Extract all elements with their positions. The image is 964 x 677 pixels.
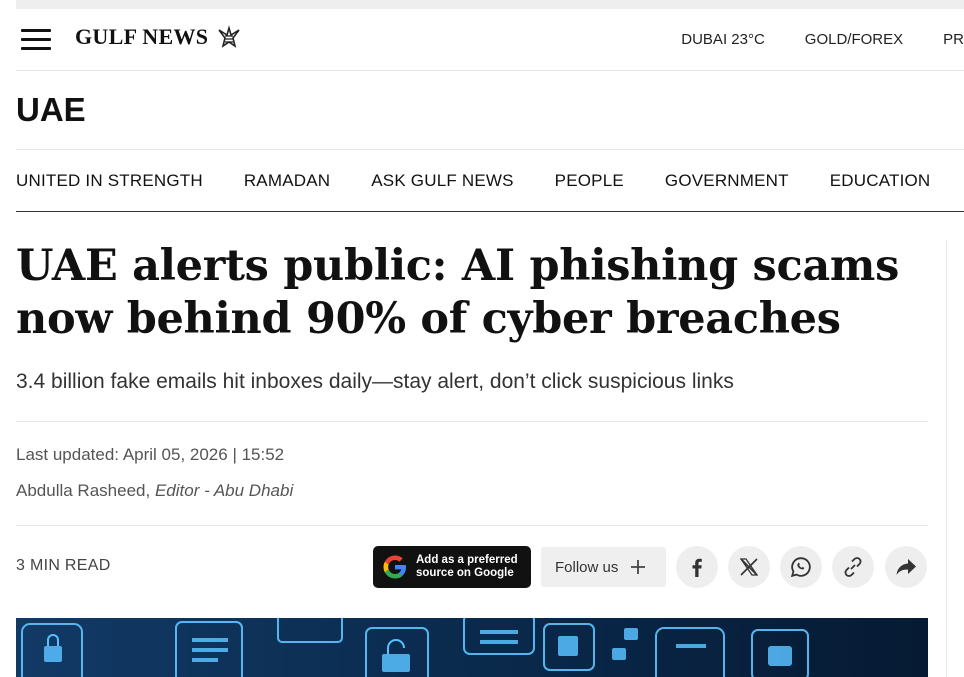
logo-text: GULF NEWS [75,24,209,49]
subnav-item-united-in-strength[interactable]: UNITED IN STRENGTH [16,171,203,191]
google-g-icon [383,555,406,579]
section-title: UAE [16,91,86,128]
subnav-item-ask-gulf-news[interactable]: ASK GULF NEWS [371,171,513,191]
google-button-line2: source on Google [416,567,514,579]
subnav-item-people[interactable]: PEOPLE [555,171,624,191]
section-subnav: UNITED IN STRENGTH RAMADAN ASK GULF NEWS… [16,149,964,212]
subnav-item-government[interactable]: GOVERNMENT [665,171,789,191]
google-preferred-source-button[interactable]: Add as a preferred source on Google [373,546,531,588]
site-logo[interactable]: GULF NEWS [75,24,242,50]
cyber-security-illustration [16,618,928,677]
sidebar-divider [946,240,947,677]
divider [16,525,928,526]
facebook-share-button[interactable] [676,546,718,588]
plus-icon [631,560,646,574]
last-updated: Last updated: April 05, 2026 | 15:52 [16,445,285,464]
share-button[interactable] [885,546,927,588]
falcon-emblem-icon [218,25,240,48]
article-hero-image [16,618,928,677]
subnav-item-ramadan[interactable]: RAMADAN [244,171,330,191]
top-strip [16,0,964,9]
copy-link-icon [844,557,862,577]
menu-icon[interactable] [21,29,51,51]
x-twitter-icon [739,558,759,576]
x-share-button[interactable] [728,546,770,588]
share-icon [896,559,916,575]
google-button-line1: Add as a preferred [416,554,518,566]
byline: Abdulla Rasheed, Editor - Abu Dhabi [16,481,293,501]
google-button-label: Add as a preferred source on Google [416,554,518,580]
divider [16,421,928,422]
author-name[interactable]: Abdulla Rasheed, [16,481,150,500]
author-role: Editor - Abu Dhabi [154,481,294,500]
header-links: DUBAI 23°C GOLD/FOREX PR [681,31,964,48]
weather-link[interactable]: DUBAI 23°C [681,31,765,48]
header-link-truncated[interactable]: PR [943,31,964,48]
follow-us-button[interactable]: Follow us [541,547,666,587]
article-subheadline: 3.4 billion fake emails hit inboxes dail… [16,370,734,393]
gold-forex-link[interactable]: GOLD/FOREX [805,31,903,48]
site-header: GULF NEWS DUBAI 23°C GOLD/FOREX PR [16,10,964,71]
facebook-icon [692,558,702,577]
whatsapp-share-button[interactable] [780,546,822,588]
copy-link-button[interactable] [832,546,874,588]
read-time: 3 MIN READ [16,557,111,574]
article-headline: UAE alerts public: AI phishing scams now… [16,241,900,344]
follow-us-label: Follow us [555,558,619,576]
whatsapp-icon [790,557,811,578]
subnav-item-education[interactable]: EDUCATION [830,171,931,191]
